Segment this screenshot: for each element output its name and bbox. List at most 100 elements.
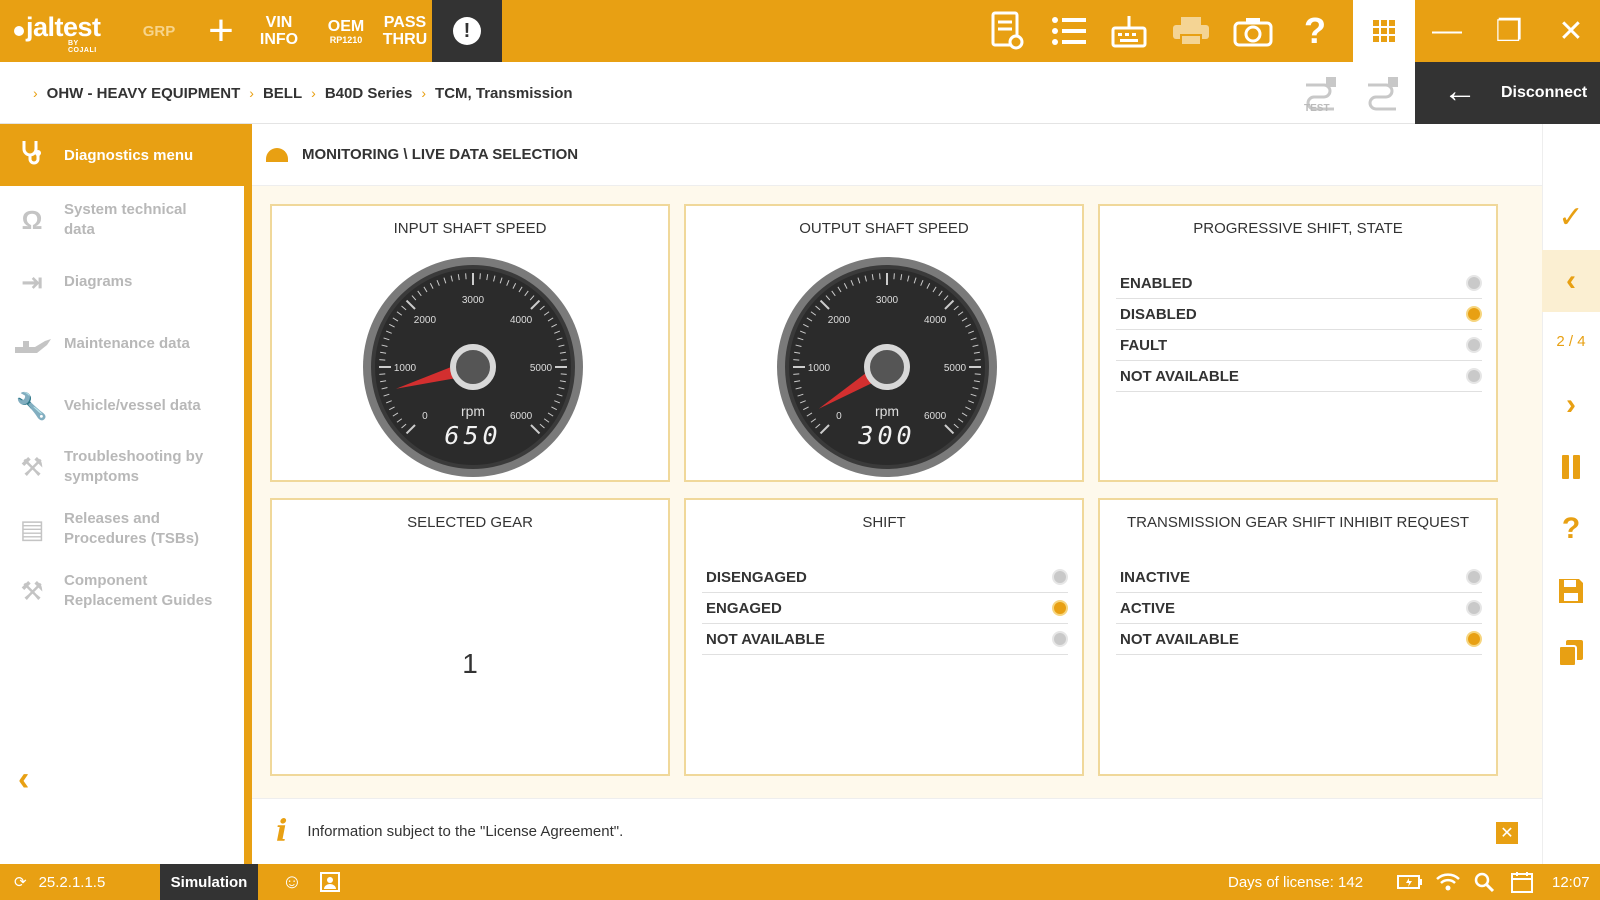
radio-indicator xyxy=(1466,306,1482,322)
gauge-unit: rpm xyxy=(461,403,485,419)
option-fault[interactable]: FAULT xyxy=(1116,330,1482,361)
option-inactive[interactable]: INACTIVE xyxy=(1116,562,1482,593)
option-label: INACTIVE xyxy=(1120,568,1191,586)
breadcrumb-item-system[interactable]: TCM, Transmission xyxy=(435,85,573,102)
panel-input-shaft-speed[interactable]: INPUT SHAFT SPEED 0 1000 2000 3000 4000 5000 6… xyxy=(270,204,670,482)
sidebar-item-label: System technical data xyxy=(64,201,187,238)
radio-indicator xyxy=(1466,569,1482,585)
page-title: MONITORING \ LIVE DATA SELECTION xyxy=(302,146,579,163)
logo-dot xyxy=(14,26,24,36)
help-settings-icon[interactable]: ? xyxy=(1542,498,1600,560)
previous-page-button[interactable]: ‹ xyxy=(1542,250,1600,312)
info-icon: i xyxy=(276,814,288,849)
option-active[interactable]: ACTIVE xyxy=(1116,593,1482,624)
omega-icon: Ω xyxy=(21,205,43,235)
grp-button[interactable]: GRP xyxy=(138,0,180,62)
oem-rp1210-button[interactable]: OEM RP1210 xyxy=(316,0,376,62)
panel-output-shaft-speed[interactable]: OUTPUT SHAFT SPEED 0 1000 2000 3000 4000 5000… xyxy=(684,204,1084,482)
help-icon[interactable]: ? xyxy=(1294,10,1336,52)
list-icon[interactable] xyxy=(1048,10,1090,52)
restore-button[interactable]: ❐ xyxy=(1478,0,1540,62)
vin-info-button[interactable]: VIN INFO xyxy=(252,0,306,62)
sidebar-item-vehicle-vessel-data[interactable]: 🔧 Vehicle/vessel data xyxy=(0,380,244,432)
option-not-available[interactable]: NOT AVAILABLE xyxy=(1116,624,1482,655)
gauge-readout: 300 xyxy=(857,421,915,450)
sidebar-item-component-replacement[interactable]: ⚒ Component Replacement Guides xyxy=(0,564,244,618)
option-engaged[interactable]: ENGAGED xyxy=(702,593,1068,624)
cable-connection-icon[interactable] xyxy=(1362,75,1402,115)
sidebar-item-diagrams[interactable]: ⇥ Diagrams xyxy=(0,256,244,308)
option-disabled[interactable]: DISABLED xyxy=(1116,299,1482,330)
close-button[interactable]: ✕ xyxy=(1540,0,1600,62)
add-button[interactable]: + xyxy=(200,0,242,62)
calendar-icon[interactable] xyxy=(1508,868,1536,896)
chevron-right-icon: › xyxy=(33,85,38,101)
sidebar-item-releases-procedures[interactable]: ▤ Releases and Procedures (TSBs) xyxy=(0,502,244,556)
option-not-available[interactable]: NOT AVAILABLE xyxy=(1116,361,1482,392)
wifi-icon xyxy=(1434,868,1462,896)
chevron-right-icon: › xyxy=(311,85,316,101)
info-bar: i Information subject to the "License Ag… xyxy=(252,798,1542,864)
test-connection-icon[interactable]: TEST xyxy=(1300,75,1340,115)
next-page-button[interactable]: › xyxy=(1542,374,1600,436)
document-icon: ▤ xyxy=(19,514,45,544)
apps-grid-button[interactable] xyxy=(1353,0,1415,62)
sidebar-item-label: Maintenance data xyxy=(64,335,190,352)
alert-icon: ! xyxy=(453,17,481,45)
minimize-button[interactable]: — xyxy=(1416,0,1478,62)
radio-indicator xyxy=(1466,600,1482,616)
test-label: TEST xyxy=(1304,103,1330,114)
user-icon[interactable] xyxy=(316,868,344,896)
gauge-scale-label: 6000 xyxy=(510,411,533,422)
radio-indicator xyxy=(1466,337,1482,353)
collapse-sidebar-button[interactable]: ‹ xyxy=(18,760,29,799)
chevron-right-icon: › xyxy=(421,85,427,101)
option-disengaged[interactable]: DISENGAGED xyxy=(702,562,1068,593)
option-label: ENGAGED xyxy=(706,599,782,617)
usb-icon: ⟳ xyxy=(14,874,27,891)
close-info-button[interactable]: ✕ xyxy=(1496,822,1518,844)
panel-progressive-shift-state[interactable]: PROGRESSIVE SHIFT, STATE ENABLED DISABLE… xyxy=(1098,204,1498,482)
battery-icon xyxy=(1396,868,1424,896)
copy-icon[interactable] xyxy=(1542,622,1600,684)
rp1210-label: RP1210 xyxy=(329,34,363,45)
support-icon[interactable]: ☺ xyxy=(278,868,306,896)
panel-title: PROGRESSIVE SHIFT, STATE xyxy=(1193,220,1403,237)
pass-thru-button[interactable]: PASS THRU xyxy=(378,0,432,62)
simulation-mode-badge[interactable]: Simulation xyxy=(160,864,258,900)
confirm-icon[interactable]: ✓ xyxy=(1542,186,1600,248)
printer-icon[interactable] xyxy=(1170,10,1212,52)
gauge-scale-label: 1000 xyxy=(808,363,831,374)
zoom-icon[interactable] xyxy=(1470,868,1498,896)
sidebar-item-system-technical-data[interactable]: Ω System technical data xyxy=(0,194,244,246)
breadcrumb-item-model[interactable]: B40D Series xyxy=(325,85,413,102)
radio-indicator xyxy=(1052,631,1068,647)
gauge-icon xyxy=(266,147,288,162)
alert-button[interactable]: ! xyxy=(432,0,502,62)
selected-gear-value: 1 xyxy=(462,648,478,679)
input-shaft-gauge: 0 1000 2000 3000 4000 5000 6000 rpm 650 xyxy=(363,257,583,477)
option-not-available[interactable]: NOT AVAILABLE xyxy=(702,624,1068,655)
panel-gear-shift-inhibit[interactable]: TRANSMISSION GEAR SHIFT INHIBIT REQUEST … xyxy=(1098,498,1498,776)
pause-icon[interactable] xyxy=(1542,436,1600,498)
disconnect-button[interactable]: ← Disconnect xyxy=(1415,62,1600,124)
gauge-scale-label: 3000 xyxy=(462,295,485,306)
keyboard-icon[interactable] xyxy=(1108,10,1150,52)
panel-shift[interactable]: SHIFT DISENGAGED ENGAGED NOT AVAILABLE xyxy=(684,498,1084,776)
option-label: FAULT xyxy=(1120,336,1168,354)
report-icon[interactable] xyxy=(986,10,1028,52)
breadcrumb-item-category[interactable]: OHW - HEAVY EQUIPMENT xyxy=(47,85,241,102)
save-icon[interactable] xyxy=(1542,560,1600,622)
oem-label: OEM xyxy=(327,17,365,35)
camera-icon[interactable] xyxy=(1232,10,1274,52)
sidebar-item-diagnostics-menu[interactable]: Diagnostics menu xyxy=(0,124,244,186)
sidebar-item-label: Troubleshooting by symptoms xyxy=(64,448,204,485)
option-label: DISENGAGED xyxy=(706,568,807,586)
sidebar-item-troubleshooting[interactable]: ⚒ Troubleshooting by symptoms xyxy=(0,440,244,494)
breadcrumb-item-brand[interactable]: BELL xyxy=(263,85,302,102)
gauge-scale-label: 5000 xyxy=(530,363,553,374)
panel-selected-gear[interactable]: SELECTED GEAR 1 xyxy=(270,498,670,776)
panel-title: OUTPUT SHAFT SPEED xyxy=(799,220,969,237)
option-enabled[interactable]: ENABLED xyxy=(1116,268,1482,299)
sidebar-item-maintenance-data[interactable]: Maintenance data xyxy=(0,318,244,370)
